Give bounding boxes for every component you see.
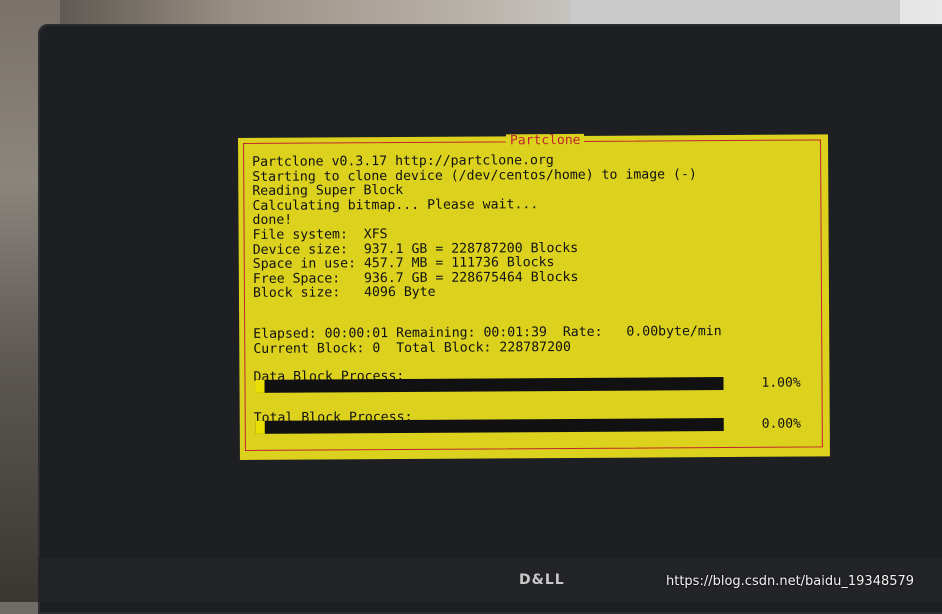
total-process-fill [255,420,266,434]
total-process-percent: 0.00% [761,416,801,432]
partclone-terminal: Partclone Partclone v0.3.17 http://partc… [238,133,830,460]
clone-start-line: Starting to clone device (/dev/centos/ho… [252,166,697,185]
block-size-line: Block size: 4096 Byte [252,285,436,302]
dialog-title: Partclone [505,133,585,149]
done-line: done! [252,213,293,229]
current-block-line: Current Block: 0 Total Block: 228787200 [253,339,571,357]
monitor-logo: D&LL [519,572,565,588]
data-process-fill [255,379,265,393]
watermark-url: https://blog.csdn.net/baidu_19348579 [666,574,915,589]
data-process-percent: 1.00% [761,375,801,391]
filesystem-line: File system: XFS [252,227,388,243]
bitmap-line: Calculating bitmap... Please wait... [252,196,539,214]
